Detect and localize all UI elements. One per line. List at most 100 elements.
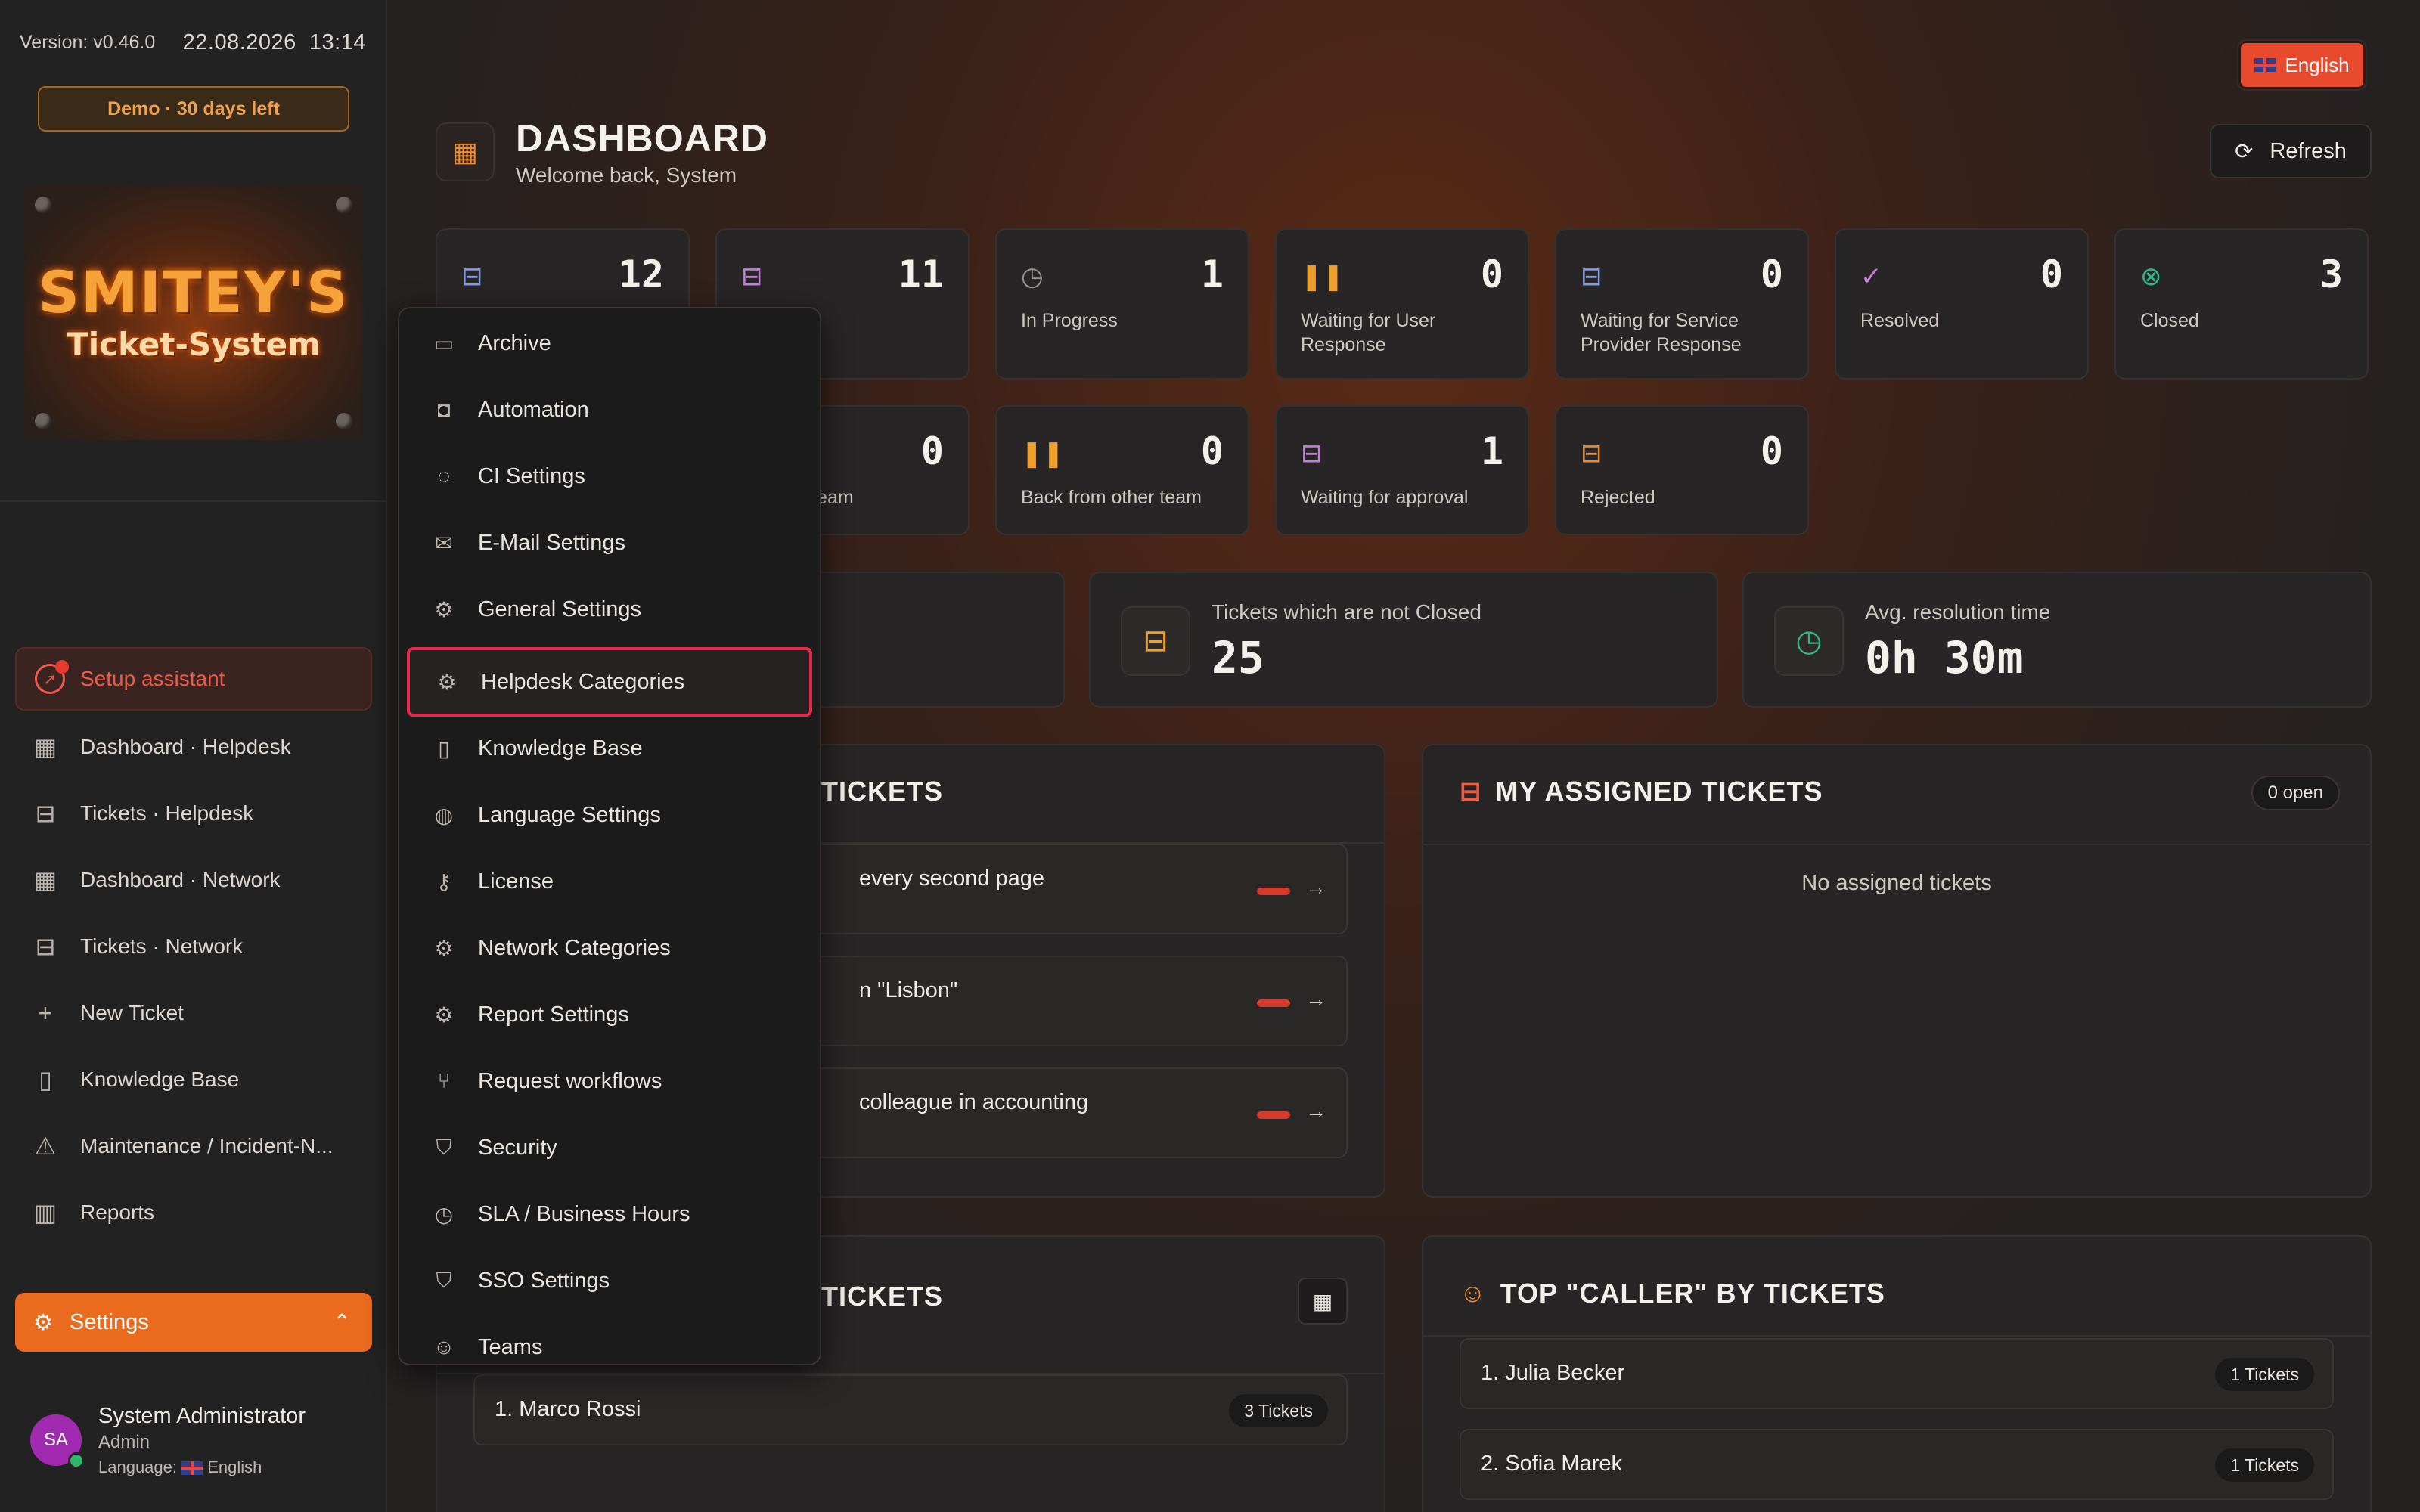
panel-title: TICKETS — [821, 776, 943, 807]
arrow-right-icon: → — [1305, 875, 1326, 899]
status-count: 3 — [2319, 253, 2343, 296]
caller-name: 1. Marco Rossi — [495, 1397, 641, 1421]
status-label: Waiting for User Response — [1301, 310, 1436, 355]
menu-item-label: Helpdesk Categories — [481, 669, 685, 694]
menu-item-email-settings[interactable]: ✉ E-Mail Settings — [407, 510, 812, 576]
menu-item-ci-settings[interactable]: ◌ CI Settings — [407, 443, 812, 510]
timer-icon: ◷ — [434, 1202, 454, 1226]
user-language: Language: English — [98, 1458, 306, 1477]
empty-state: No assigned tickets — [1801, 871, 1992, 895]
ticket-icon: ⊟ — [1581, 439, 1602, 468]
sidebar-meta: Version: v0.46.0 22.08.2026 13:14 — [20, 27, 366, 57]
status-card-in-progress[interactable]: ◷ 1 In Progress — [995, 228, 1249, 380]
app-root: Version: v0.46.0 22.08.2026 13:14 Demo ·… — [0, 0, 2420, 1512]
language-button-label: English — [2285, 53, 2350, 76]
caller-row[interactable]: 1. Marco Rossi 3 Tickets — [473, 1374, 1348, 1445]
sidebar-item-dashboard-network[interactable]: ▦ Dashboard · Network — [15, 847, 372, 913]
menu-item-label: General Settings — [478, 596, 642, 621]
sidebar-item-tickets-network[interactable]: ⊟ Tickets · Network — [15, 913, 372, 980]
menu-item-language-settings[interactable]: ◍ Language Settings — [407, 782, 812, 848]
stat-label: Avg. resolution time — [1865, 600, 2051, 624]
sidebar-item-tickets-helpdesk[interactable]: ⊟ Tickets · Helpdesk — [15, 780, 372, 847]
uk-flag-icon — [2254, 58, 2276, 72]
bolt-icon — [35, 197, 51, 213]
menu-item-automation[interactable]: ◘ Automation — [407, 376, 812, 443]
demo-badge[interactable]: Demo · 30 days left — [38, 86, 349, 132]
menu-item-request-workflows[interactable]: ⑂ Request workflows — [407, 1048, 812, 1114]
menu-item-label: Archive — [478, 330, 551, 355]
sidebar-item-dashboard-helpdesk[interactable]: ▦ Dashboard · Helpdesk — [15, 714, 372, 780]
status-card-back-from-team[interactable]: ❚❚ 0 Back from other team — [995, 405, 1249, 535]
status-count: 11 — [898, 253, 944, 296]
sidebar-item-label: Dashboard · Network — [80, 868, 281, 891]
ticket-icon: ⊟ — [741, 262, 763, 291]
language-button[interactable]: English — [2238, 41, 2366, 89]
menu-item-sso-settings[interactable]: ⛉ SSO Settings — [407, 1247, 812, 1314]
caller-row[interactable]: 1. Julia Becker 1 Tickets — [1460, 1338, 2334, 1409]
menu-item-knowledge-base[interactable]: ▯ Knowledge Base — [407, 715, 812, 782]
menu-item-report-settings[interactable]: ⚙ Report Settings — [407, 981, 812, 1048]
menu-item-helpdesk-categories[interactable]: ⚙ Helpdesk Categories — [407, 647, 812, 717]
sidebar-item-new-ticket[interactable]: + New Ticket — [15, 980, 372, 1046]
menu-item-label: Network Categories — [478, 935, 671, 960]
avatar: SA — [30, 1414, 85, 1469]
status-card-waiting-approval[interactable]: ⊟ 1 Waiting for approval — [1275, 405, 1529, 535]
menu-item-archive[interactable]: ▭ Archive — [407, 310, 812, 376]
menu-item-label: Security — [478, 1135, 557, 1160]
setup-assistant-label: Setup assistant — [80, 667, 225, 690]
status-card-waiting-provider[interactable]: ⊟ 0 Waiting for Service Provider Respons… — [1555, 228, 1809, 380]
sliders-icon: ⚙ — [33, 1310, 53, 1335]
page-subtitle: Welcome back, System — [516, 163, 737, 187]
dashboard-icon: ▦ — [33, 866, 57, 894]
sidebar-item-label: New Ticket — [80, 1001, 184, 1024]
menu-item-security[interactable]: ⛉ Security — [407, 1114, 812, 1181]
time-label: 13:14 — [309, 29, 366, 54]
calendar-icon: ▦ — [1312, 1289, 1333, 1313]
online-status-dot — [68, 1452, 85, 1469]
menu-item-sla[interactable]: ◷ SLA / Business Hours — [407, 1181, 812, 1247]
panel-title: ☺ TOP "CALLER" BY TICKETS — [1460, 1278, 1885, 1309]
check-circle-icon: ✓ — [1860, 262, 1882, 291]
status-card-rejected[interactable]: ⊟ 0 Rejected — [1555, 405, 1809, 535]
datetime: 22.08.2026 13:14 — [183, 30, 366, 55]
status-card-resolved[interactable]: ✓ 0 Resolved — [1835, 228, 2089, 380]
calendar-button[interactable]: ▦ — [1298, 1278, 1348, 1325]
app-logo: SMITEY'S Ticket-System — [24, 186, 363, 440]
ticket-icon: ⊟ — [1301, 439, 1323, 468]
menu-item-label: E-Mail Settings — [478, 530, 626, 555]
menu-item-label: Request workflows — [478, 1068, 662, 1093]
menu-item-network-categories[interactable]: ⚙ Network Categories — [407, 915, 812, 981]
refresh-icon: ⟳ — [2235, 139, 2254, 164]
shield-icon: ⛉ — [436, 1268, 452, 1292]
menu-item-label: CI Settings — [478, 463, 585, 488]
priority-bar — [1257, 999, 1290, 1007]
key-icon: ⚷ — [436, 869, 452, 894]
status-card-waiting-user[interactable]: ❚❚ 0 Waiting for User Response — [1275, 228, 1529, 380]
stat-label: Tickets which are not Closed — [1212, 600, 1481, 624]
stat-tile-resolution: ◷ Avg. resolution time 0h 30m — [1742, 572, 2372, 708]
menu-item-license[interactable]: ⚷ License — [407, 848, 812, 915]
status-count: 0 — [1760, 429, 1783, 473]
pause-icon: ❚❚ — [1021, 439, 1064, 468]
sidebar-item-knowledge-base[interactable]: ▯ Knowledge Base — [15, 1046, 372, 1113]
panel-title-text: TOP "CALLER" BY TICKETS — [1500, 1278, 1885, 1309]
user-profile[interactable]: SA System Administrator Admin Language: … — [30, 1399, 363, 1482]
menu-item-label: SSO Settings — [478, 1268, 610, 1293]
setup-assistant-button[interactable]: ➚ Setup assistant — [15, 647, 372, 711]
logo-line-1: SMITEY'S — [38, 258, 349, 326]
caller-name: 1. Julia Becker — [1481, 1361, 1625, 1385]
refresh-button[interactable]: ⟳ Refresh — [2210, 124, 2372, 178]
caller-row[interactable]: 2. Sofia Marek 1 Tickets — [1460, 1429, 2334, 1500]
menu-item-general-settings[interactable]: ⚙ General Settings — [407, 576, 812, 643]
sidebar-item-reports[interactable]: ▥ Reports — [15, 1179, 372, 1246]
bolt-icon — [336, 413, 352, 429]
sidebar-item-maintenance[interactable]: ⚠ Maintenance / Incident-N... — [15, 1113, 372, 1179]
status-count: 0 — [920, 429, 944, 473]
status-count: 0 — [1760, 253, 1783, 296]
settings-button[interactable]: ⚙ Settings ⌃ — [15, 1293, 372, 1352]
menu-item-teams[interactable]: ☺ Teams — [407, 1314, 812, 1364]
status-card-closed[interactable]: ⊗ 3 Closed — [2114, 228, 2369, 380]
status-count: 1 — [1200, 253, 1224, 296]
priority-bar — [1257, 1111, 1290, 1119]
user-role: Admin — [98, 1431, 150, 1452]
